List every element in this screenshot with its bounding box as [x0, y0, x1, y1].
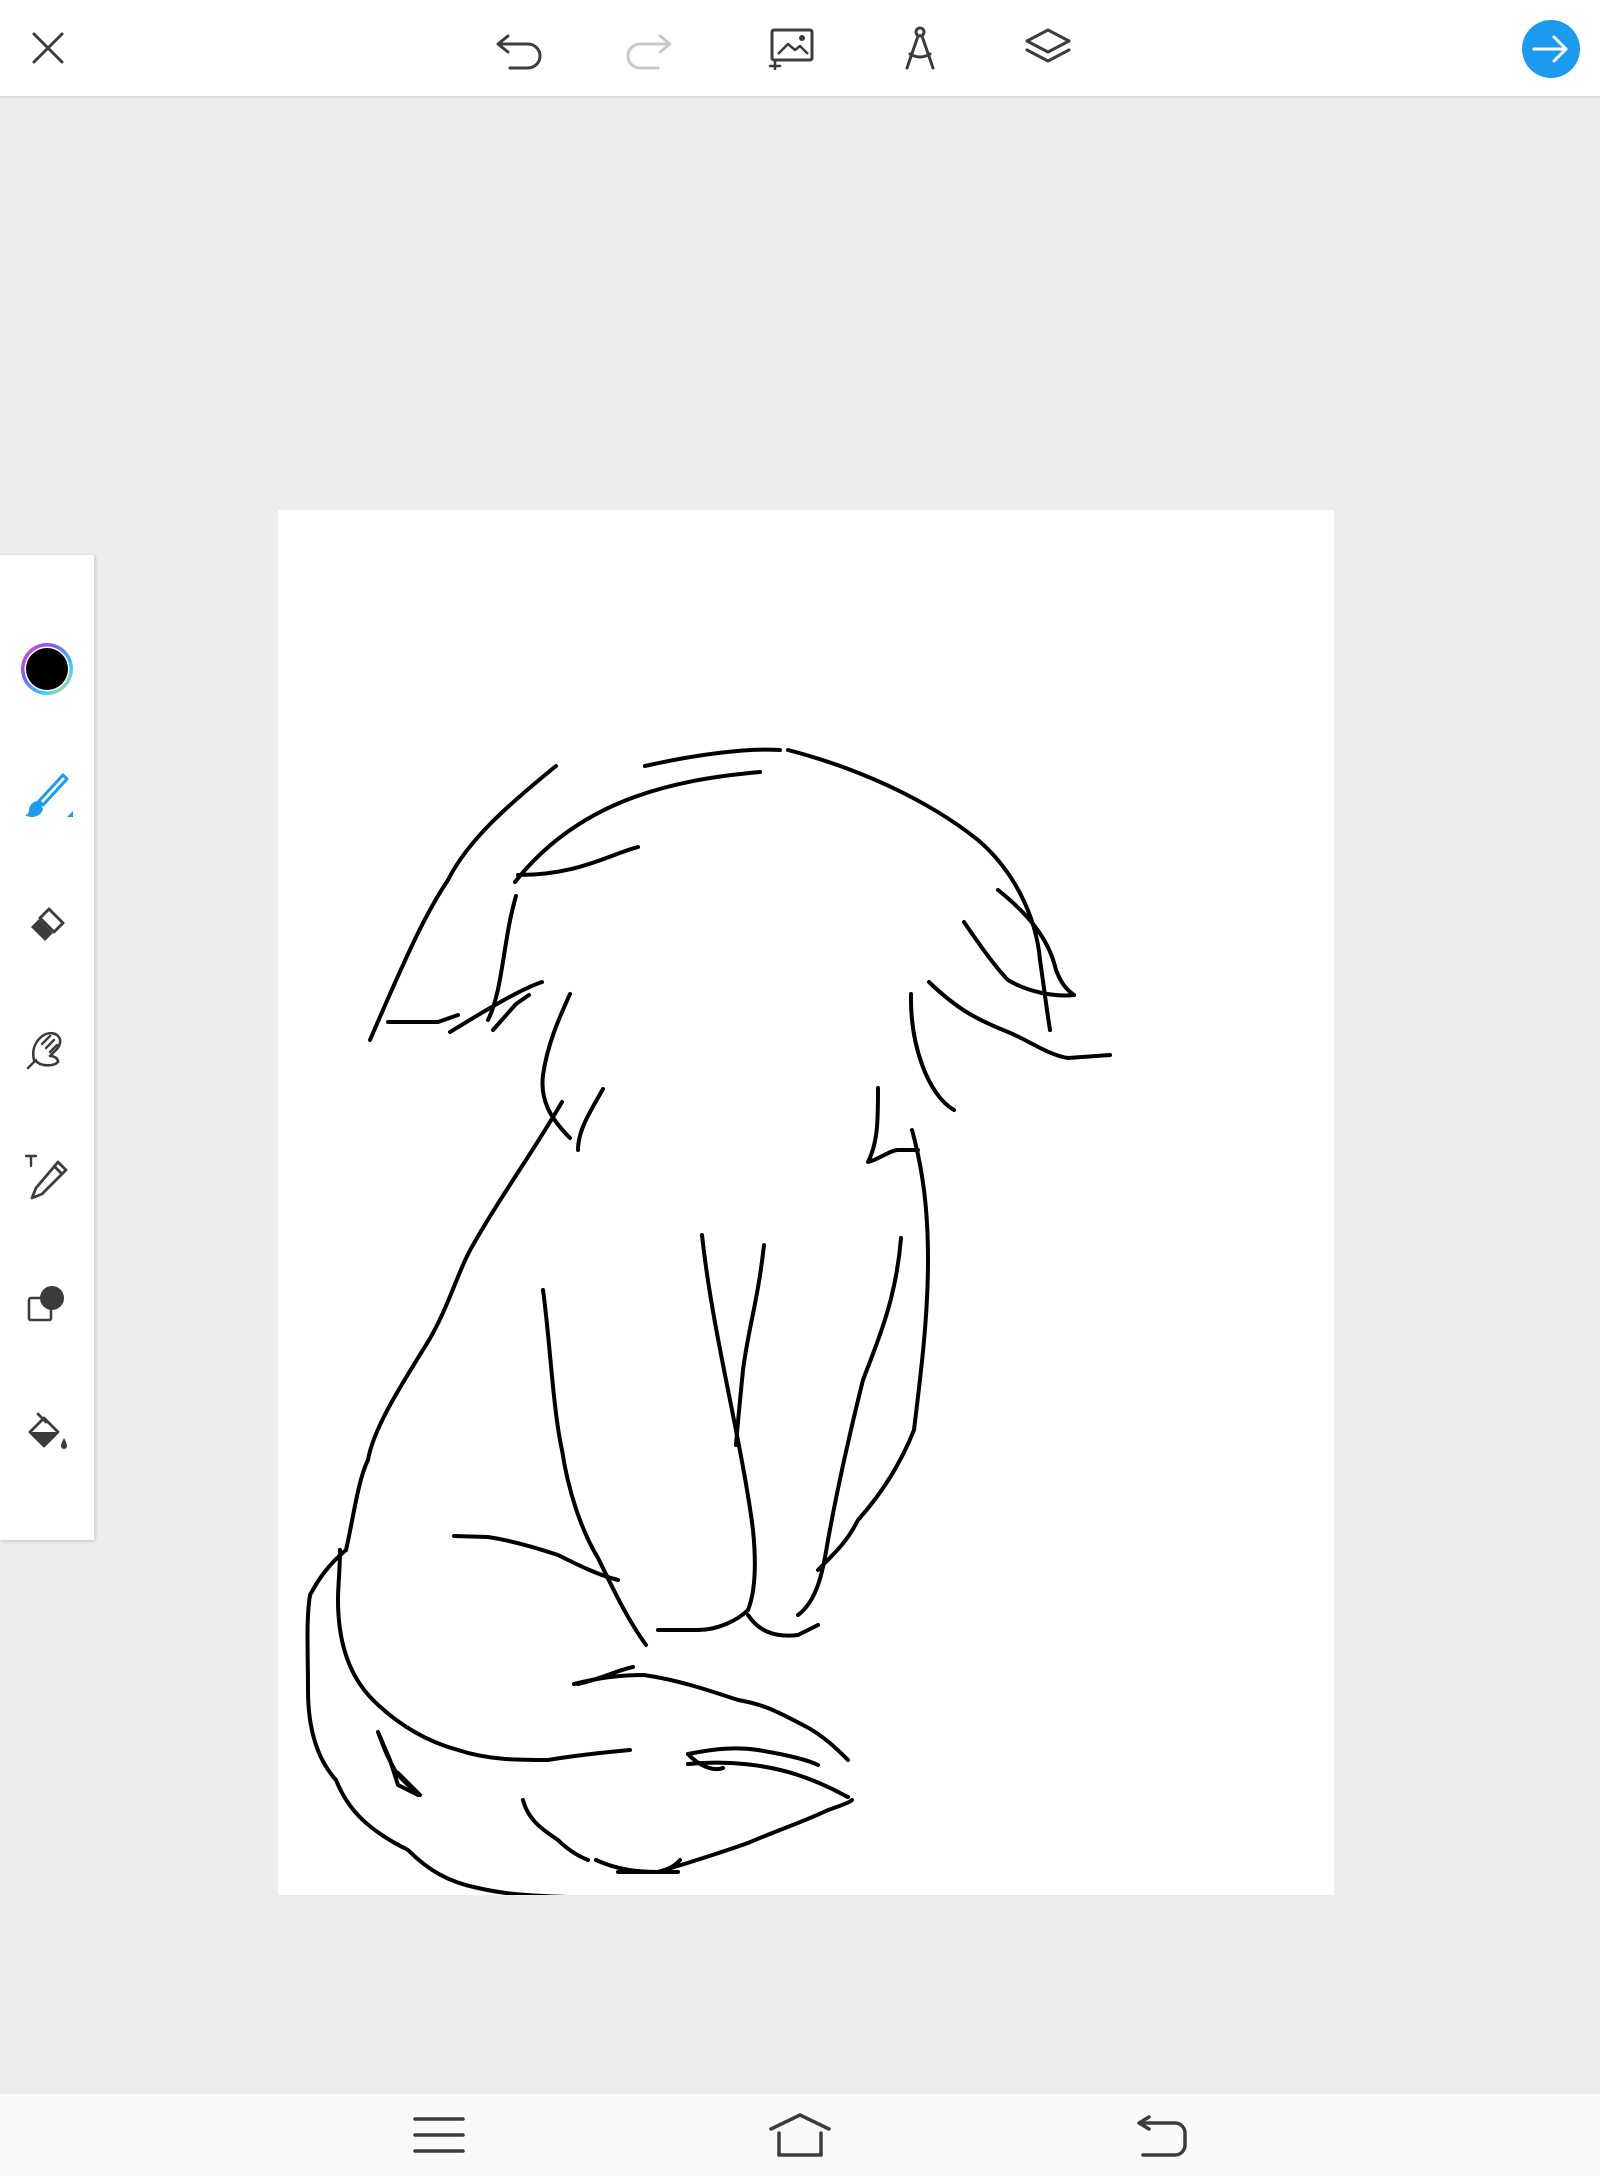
layers-icon [1025, 28, 1071, 63]
redo-icon [626, 34, 672, 70]
add-image-icon [768, 28, 814, 70]
drawing-canvas[interactable] [278, 510, 1334, 1895]
eraser-icon [31, 907, 65, 941]
layers-button[interactable] [1010, 10, 1086, 86]
blend-shapes-icon [27, 1286, 64, 1322]
drawing-guide-button[interactable] [882, 10, 958, 86]
undo-icon [496, 34, 542, 70]
color-picker-button[interactable] [15, 637, 79, 701]
back-button[interactable] [1128, 2102, 1198, 2168]
text-tool-button[interactable] [15, 1145, 79, 1209]
fill-tool-button[interactable] [15, 1401, 79, 1465]
top-toolbar [0, 0, 1600, 96]
text-pen-icon [24, 1154, 68, 1200]
next-button[interactable] [1522, 20, 1580, 78]
add-image-button[interactable] [754, 10, 830, 86]
close-button[interactable] [10, 10, 86, 86]
blend-tool-button[interactable] [15, 1273, 79, 1337]
back-icon [1137, 2115, 1187, 2157]
menu-icon [413, 2117, 465, 2153]
smudge-hand-icon [26, 1031, 62, 1070]
smudge-tool-button[interactable] [15, 1017, 79, 1081]
brush-tool-button[interactable] [15, 765, 79, 829]
drawing-guide-icon [905, 26, 935, 70]
tool-panel [0, 555, 94, 1540]
menu-button[interactable] [404, 2102, 474, 2168]
close-icon [32, 32, 64, 64]
system-nav-bar [0, 2094, 1600, 2176]
paint-bucket-icon [28, 1412, 67, 1449]
fox-line-drawing [305, 747, 1112, 1895]
color-swatch-icon [21, 643, 73, 695]
home-icon [769, 2113, 831, 2157]
canvas-workspace[interactable] [0, 96, 1600, 2094]
redo-button[interactable] [610, 10, 686, 86]
eraser-tool-button[interactable] [15, 893, 79, 957]
brush-icon [25, 773, 73, 817]
next-arrow-icon [1532, 35, 1568, 63]
undo-button[interactable] [482, 10, 558, 86]
home-button[interactable] [765, 2102, 835, 2168]
